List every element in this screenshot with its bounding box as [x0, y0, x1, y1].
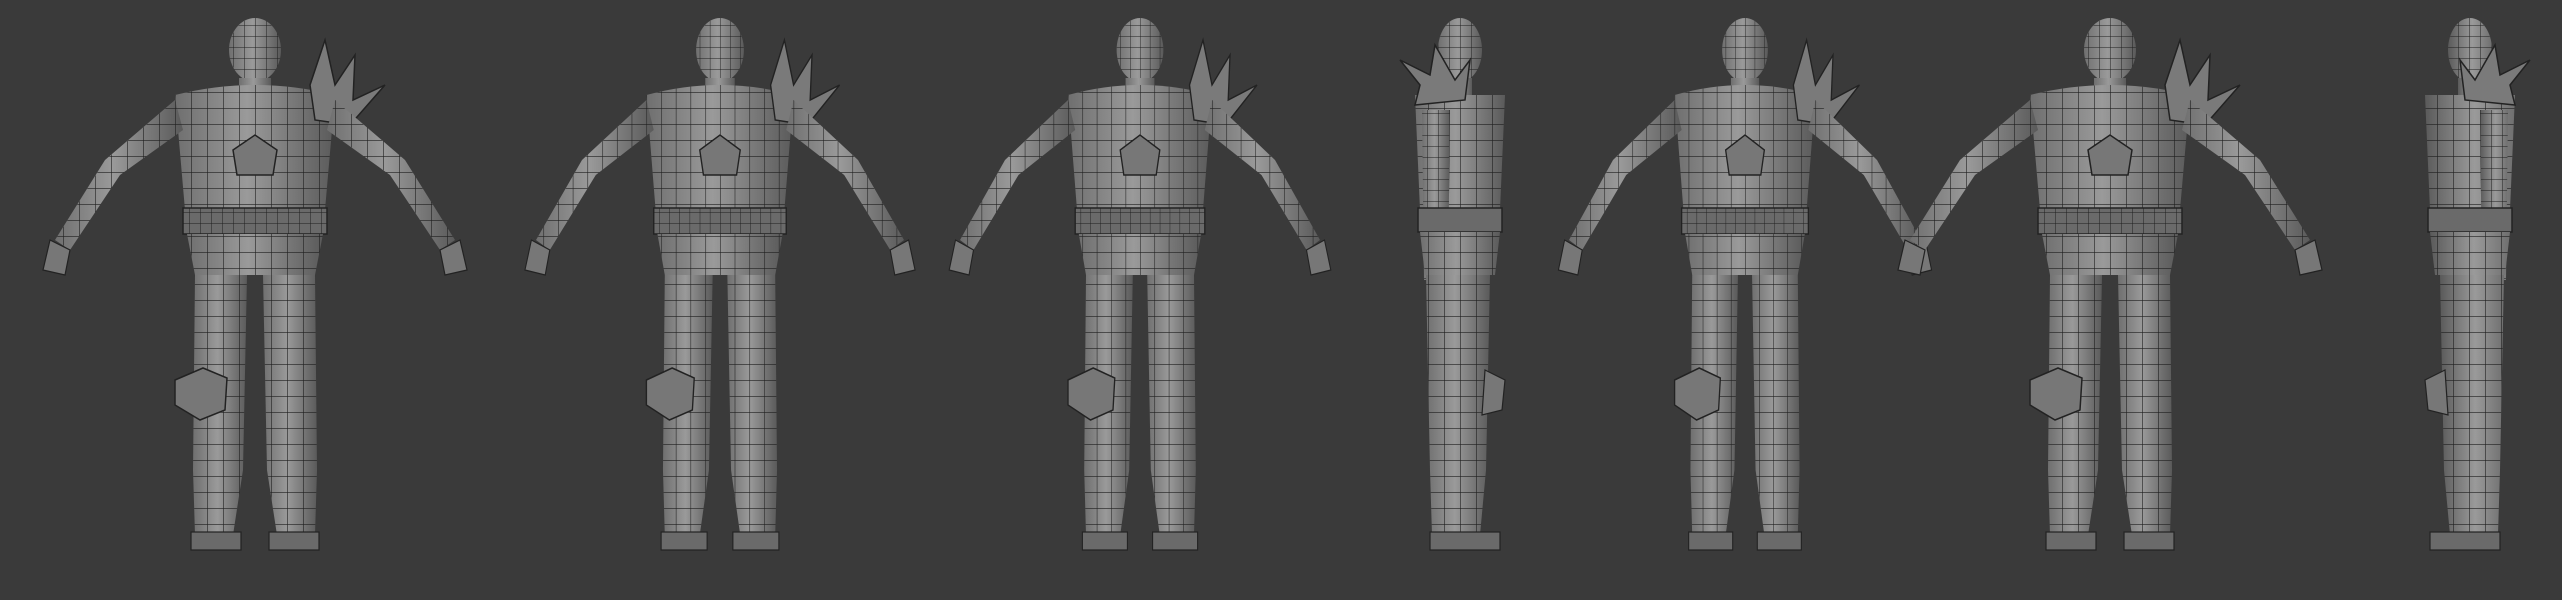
- model-view-three-quarter-back-left: [1557, 17, 1933, 551]
- model-view-side-right: [2424, 17, 2531, 551]
- model-view-side-left: [1399, 17, 1506, 551]
- model-view-three-quarter-front-right: [524, 17, 916, 551]
- model-view-front: [42, 17, 468, 551]
- model-view-back: [1897, 17, 2323, 551]
- character-turnaround-render: [42, 17, 2531, 551]
- model-view-three-quarter-front-left: [948, 17, 1332, 551]
- turnaround-viewport: [0, 0, 2562, 600]
